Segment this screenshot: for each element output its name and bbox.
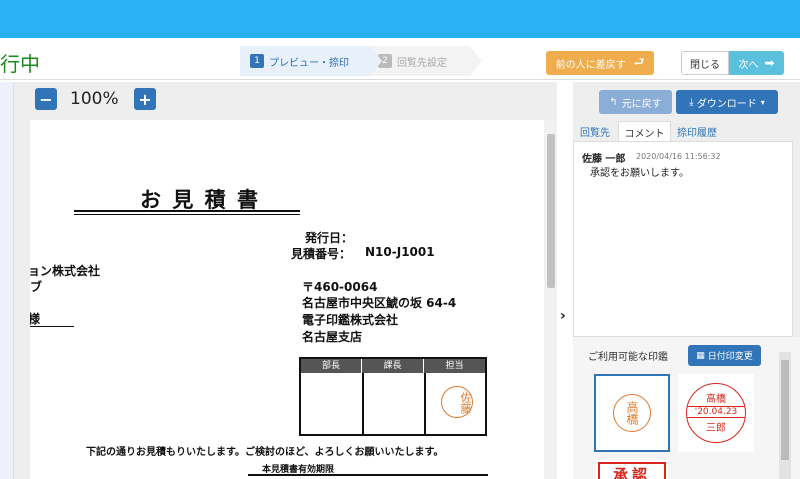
undo-label: 元に戻す [621,98,662,110]
header-staff: 担当 [445,361,464,371]
status-text: 行中 [0,52,40,76]
comment-text: 承認をお願いします。 [590,168,689,179]
zoom-out-button[interactable]: − [35,88,57,110]
recipient-honorific: 様 [30,312,41,326]
top-bar [0,0,800,38]
tab-stamp-history[interactable]: 捺印履歴 [677,121,717,141]
step-preview-stamp[interactable]: 1 プレビュー・捺印 [240,46,370,76]
date-stamp-top: 高橋 [706,394,726,405]
stamp-approval: 承認 [598,462,666,479]
calendar-icon: ▦ [696,350,705,361]
header-section-chief: 課長 [362,359,424,373]
step-arrow-icon [470,46,482,76]
close-button[interactable]: 閉じる [681,51,729,75]
stamp-scrollbar-thumb[interactable] [781,360,789,460]
download-button[interactable]: ⤓ ダウンロード ▾ [676,90,778,114]
stamp-card-takahashi[interactable]: 高橋 [594,374,670,452]
zoom-in-button[interactable]: + [134,88,156,110]
tab-comment[interactable]: コメント [618,121,671,141]
date-stamp-bottom: 三郎 [706,423,726,434]
download-icon: ⤓ [689,96,694,108]
download-label: ダウンロード [696,98,757,110]
date-stamp-change-button[interactable]: ▦ 日付印変更 [688,345,761,366]
next-button[interactable]: 次へ ➡ [729,51,784,75]
step-arrow-icon [370,46,382,76]
comment-timestamp: 2020/04/16 11:56:32 [636,152,721,161]
stamp-takahashi: 高橋 [613,394,651,432]
header-manager: 部長 [301,359,362,373]
collapse-panel-chevron-icon[interactable]: › [560,308,566,324]
undo-button[interactable]: ↰ 元に戻す [599,90,672,114]
step-1-number: 1 [250,54,264,68]
step-1-label: プレビュー・捺印 [269,57,349,69]
title-underline-2 [74,214,300,215]
document-page[interactable]: お 見 積 書 発行日： 見積番号： N10-J1001 ョン株式会社 ブ 様 … [30,120,544,479]
stamp-table-header: 部長 課長 担当 [301,359,485,373]
viewer-scrollbar-thumb[interactable] [547,134,555,288]
recipient-company: ョン株式会社 [30,264,101,278]
sender-address: 名古屋市中央区鯱の坂 64-4 [302,296,457,310]
tab-circulation[interactable]: 回覧先 [580,121,610,141]
table-divider [362,373,364,434]
undo-icon: ↰ [609,96,618,108]
sender-company: 電子印鑑株式会社 [302,313,399,327]
date-stamp-date: '20.04.23 [687,406,745,418]
step-circulation-setting[interactable]: 2 回覧先設定 [370,46,470,76]
validity-underline [248,474,488,476]
arrow-right-icon: ➡ [764,56,775,70]
return-icon: ⮐ [633,54,645,69]
next-label: 次へ [738,59,759,71]
comment-box: 佐藤 一郎 2020/04/16 11:56:32 承認をお願いします。 [573,141,793,337]
title-underline [74,210,300,212]
recipient-underline [30,326,74,327]
step-2-label: 回覧先設定 [397,57,447,69]
caret-down-icon: ▾ [760,97,765,107]
zoom-level: 100% [70,89,119,109]
applied-stamp-sato[interactable]: 佐藤 [441,386,473,418]
date-stamp: 高橋 '20.04.23 三郎 [686,383,746,443]
sender-postal: 〒460-0064 [302,280,378,294]
table-divider [424,373,426,434]
estimate-no: N10-J1001 [365,245,435,259]
issue-date-label: 発行日： [305,231,354,245]
send-back-label: 前の人に差戻す [555,59,626,71]
comment-author: 佐藤 一郎 [582,154,626,165]
document-body-text: 下記の通りお見積もりいたします。ご検討のほど、よろしくお願いいたします。 [86,447,444,458]
send-back-button[interactable]: 前の人に差戻す ⮐ [546,51,654,75]
date-change-label: 日付印変更 [707,352,753,362]
sender-branch: 名古屋支店 [302,330,363,344]
estimate-no-label: 見積番号： [291,247,352,261]
available-stamps-title: ご利用可能な印鑑 [588,352,668,363]
recipient-dept: ブ [30,280,43,294]
stamp-card-approval[interactable]: 承認 [596,460,668,479]
approval-stamp-table: 部長 課長 担当 佐藤 [299,357,487,436]
stamp-card-date[interactable]: 高橋 '20.04.23 三郎 [678,374,754,452]
left-sidebar-strip [0,82,14,479]
